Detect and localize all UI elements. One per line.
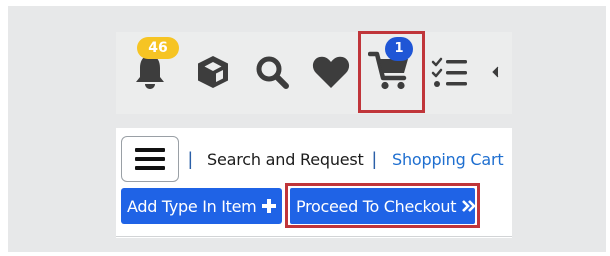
checkout-highlight-box xyxy=(285,183,480,228)
panel-bottom-border xyxy=(116,236,512,237)
plus-icon xyxy=(262,199,277,213)
notification-count-badge: 46 xyxy=(137,37,179,59)
menu-bar xyxy=(135,157,165,161)
menu-bar xyxy=(135,148,165,152)
packages-button[interactable] xyxy=(193,52,233,92)
breadcrumb-separator: | xyxy=(188,149,193,169)
chevron-left-icon xyxy=(492,66,499,78)
checklist-icon xyxy=(431,57,467,87)
add-type-in-item-label: Add Type In Item xyxy=(127,196,257,216)
add-type-in-item-button[interactable]: Add Type In Item xyxy=(121,188,282,224)
cart-highlight-box xyxy=(358,31,425,113)
favorites-button[interactable] xyxy=(310,52,352,92)
search-button[interactable] xyxy=(252,52,292,92)
cube-icon xyxy=(198,56,228,88)
heart-icon xyxy=(312,56,350,88)
checklist-button[interactable] xyxy=(430,54,470,92)
breadcrumb-shopping-cart-link[interactable]: Shopping Cart xyxy=(392,149,504,171)
breadcrumb-current-page: Search and Request xyxy=(207,150,364,169)
toolbar-scroll-left-button[interactable] xyxy=(488,62,502,82)
search-icon xyxy=(256,56,289,89)
hamburger-menu-button[interactable] xyxy=(121,136,179,182)
menu-bar xyxy=(135,166,165,170)
breadcrumb-separator: | xyxy=(372,149,377,169)
